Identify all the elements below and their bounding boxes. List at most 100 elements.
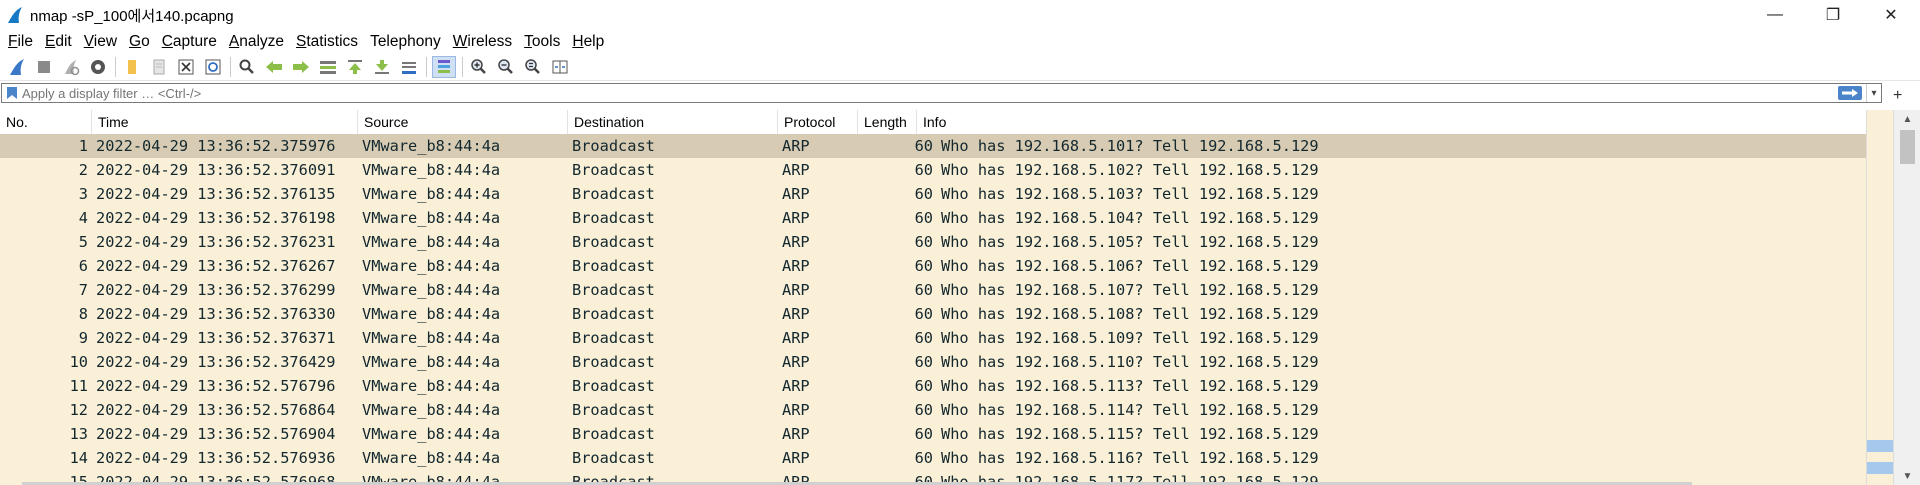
column-header-length[interactable]: Length [858, 110, 917, 134]
zoom-in-icon[interactable] [468, 56, 490, 78]
packet-cell-length: 60 [914, 161, 933, 179]
menu-label: elp [583, 33, 605, 50]
restore-button[interactable]: ❐ [1804, 0, 1862, 30]
close-file-icon[interactable] [175, 56, 197, 78]
packet-cell-time: 2022-04-29 13:36:52.376299 [96, 281, 336, 299]
packet-row[interactable]: 4 2022-04-29 13:36:52.376198 VMware_b8:44:… [0, 206, 1866, 230]
add-filter-button[interactable]: + [1893, 87, 1902, 105]
menu-statistics[interactable]: Statistics [290, 33, 364, 51]
packet-cell-destination: Broadcast [572, 425, 655, 443]
packet-cell-protocol: ARP [782, 161, 810, 179]
menu-tools[interactable]: Tools [518, 33, 566, 51]
packet-cell-source: VMware_b8:44:4a [362, 137, 501, 155]
packet-cell-destination: Broadcast [572, 185, 655, 203]
minimap-marker [1867, 440, 1894, 452]
packet-row[interactable]: 9 2022-04-29 13:36:52.376371 VMware_b8:44:… [0, 326, 1866, 350]
menu-bar: File Edit View Go Capture Analyze Statistics Te… [0, 30, 1920, 54]
menu-help[interactable]: Help [566, 33, 610, 51]
packet-cell-source: VMware_b8:44:4a [362, 401, 501, 419]
capture-options-icon[interactable] [87, 56, 109, 78]
packet-row[interactable]: 7 2022-04-29 13:36:52.376299 VMware_b8:44:… [0, 278, 1866, 302]
scroll-up-icon[interactable]: ▲ [1894, 110, 1920, 128]
go-to-packet-icon[interactable] [317, 56, 339, 78]
vertical-scrollbar[interactable]: ▲ ▼ [1893, 110, 1920, 485]
packet-cell-source: VMware_b8:44:4a [362, 353, 501, 371]
menu-go[interactable]: Go [123, 33, 156, 51]
menu-wireless[interactable]: Wireless [447, 33, 518, 51]
restart-icon[interactable] [60, 56, 82, 78]
packet-cell-source: VMware_b8:44:4a [362, 257, 501, 275]
colorize-icon[interactable] [432, 56, 456, 78]
minimize-button[interactable]: — [1746, 0, 1804, 30]
packet-cell-length: 60 [914, 305, 933, 323]
scroll-down-icon[interactable]: ▼ [1894, 467, 1920, 485]
display-filter-input[interactable] [22, 85, 1838, 101]
scrollbar-thumb[interactable] [1900, 130, 1915, 164]
packet-cell-info: Who has 192.168.5.114? Tell 192.168.5.12… [941, 401, 1319, 419]
normal-size-icon[interactable] [522, 56, 544, 78]
bookmark-icon[interactable] [6, 86, 18, 100]
packet-row[interactable]: 5 2022-04-29 13:36:52.376231 VMware_b8:44:… [0, 230, 1866, 254]
packet-cell-info: Who has 192.168.5.116? Tell 192.168.5.12… [941, 449, 1319, 467]
first-packet-icon[interactable] [344, 56, 366, 78]
packet-row[interactable]: 3 2022-04-29 13:36:52.376135 VMware_b8:44:… [0, 182, 1866, 206]
packet-minimap[interactable] [1866, 110, 1894, 485]
menu-telephony[interactable]: Telephony [364, 33, 447, 51]
packet-cell-destination: Broadcast [572, 353, 655, 371]
last-packet-icon[interactable] [371, 56, 393, 78]
packet-row[interactable]: 1 2022-04-29 13:36:52.375976 VMware_b8:44:… [0, 134, 1866, 158]
packet-row[interactable]: 6 2022-04-29 13:36:52.376267 VMware_b8:44:… [0, 254, 1866, 278]
close-button[interactable]: ✕ [1862, 0, 1920, 30]
packet-row[interactable]: 11 2022-04-29 13:36:52.576796 VMware_b8:44… [0, 374, 1866, 398]
packet-cell-protocol: ARP [782, 233, 810, 251]
packet-cell-length: 60 [914, 209, 933, 227]
file-icon[interactable] [148, 56, 170, 78]
packet-cell-protocol: ARP [782, 353, 810, 371]
find-icon[interactable] [236, 56, 258, 78]
packet-cell-destination: Broadcast [572, 449, 655, 467]
packet-cell-time: 2022-04-29 13:36:52.376429 [96, 353, 336, 371]
go-forward-icon[interactable] [290, 56, 312, 78]
toolbar-separator [115, 57, 116, 77]
apply-filter-button[interactable] [1838, 86, 1862, 100]
open-file-icon[interactable] [121, 56, 143, 78]
column-header-destination[interactable]: Destination [568, 110, 778, 134]
menu-capture[interactable]: Capture [156, 33, 223, 51]
menu-mnemonic: E [44, 33, 56, 50]
packet-cell-time: 2022-04-29 13:36:52.576796 [96, 377, 336, 395]
menu-view[interactable]: View [78, 33, 123, 51]
resize-columns-icon[interactable] [549, 56, 571, 78]
auto-scroll-icon[interactable] [398, 56, 420, 78]
packet-cell-source: VMware_b8:44:4a [362, 281, 501, 299]
packet-cell-no: 1 [78, 137, 88, 155]
packet-row[interactable]: 8 2022-04-29 13:36:52.376330 VMware_b8:44:… [0, 302, 1866, 326]
column-header-time[interactable]: Time [92, 110, 358, 134]
column-header-source[interactable]: Source [358, 110, 568, 134]
packet-cell-source: VMware_b8:44:4a [362, 209, 501, 227]
menu-edit[interactable]: Edit [39, 33, 78, 51]
zoom-out-icon[interactable] [495, 56, 517, 78]
reload-icon[interactable] [202, 56, 224, 78]
column-header-no[interactable]: No. [0, 110, 92, 134]
packet-row[interactable]: 12 2022-04-29 13:36:52.576864 VMware_b8:44… [0, 398, 1866, 422]
packet-cell-protocol: ARP [782, 401, 810, 419]
column-header-info[interactable]: Info [917, 110, 1886, 134]
menu-analyze[interactable]: Analyze [223, 33, 290, 51]
menu-label: Telephony [370, 33, 441, 50]
filter-history-dropdown[interactable]: ▾ [1866, 84, 1881, 102]
packet-cell-destination: Broadcast [572, 329, 655, 347]
packet-row[interactable]: 13 2022-04-29 13:36:52.576904 VMware_b8:44… [0, 422, 1866, 446]
packet-cell-info: Who has 192.168.5.108? Tell 192.168.5.12… [941, 305, 1319, 323]
packet-row[interactable]: 2 2022-04-29 13:36:52.376091 VMware_b8:44:… [0, 158, 1866, 182]
packet-cell-protocol: ARP [782, 185, 810, 203]
packet-cell-no: 10 [69, 353, 88, 371]
packet-cell-no: 6 [78, 257, 88, 275]
menu-file[interactable]: File [2, 33, 39, 51]
stop-icon[interactable] [33, 56, 55, 78]
packet-cell-length: 60 [914, 137, 933, 155]
shark-fin-start-icon[interactable] [6, 56, 28, 78]
packet-row[interactable]: 14 2022-04-29 13:36:52.576936 VMware_b8:44… [0, 446, 1866, 470]
go-back-icon[interactable] [263, 56, 285, 78]
packet-row[interactable]: 10 2022-04-29 13:36:52.376429 VMware_b8:44… [0, 350, 1866, 374]
column-header-protocol[interactable]: Protocol [778, 110, 858, 134]
